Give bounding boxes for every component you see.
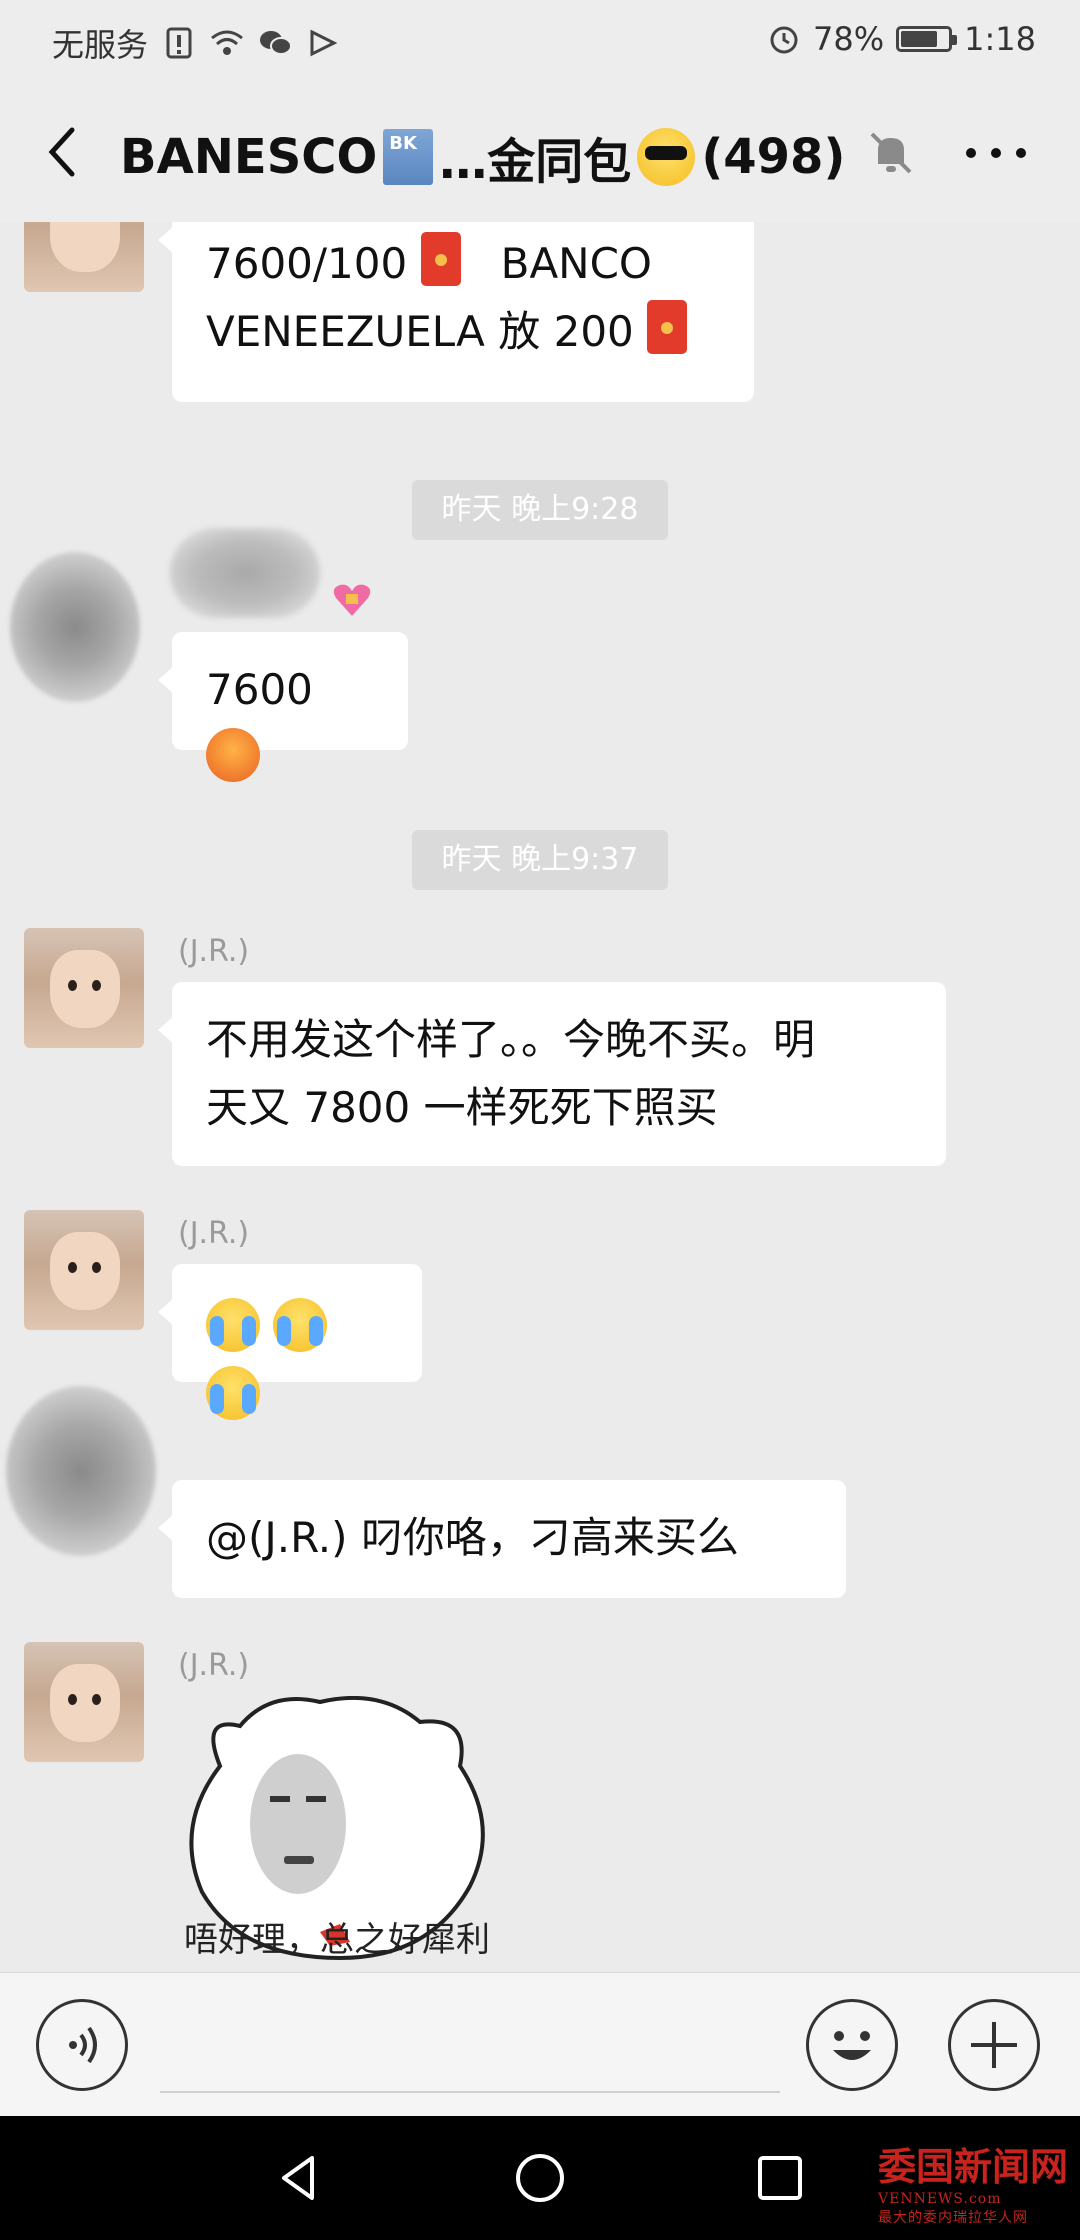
crying-face-emoji-icon bbox=[206, 1366, 260, 1420]
sticker-mouth-icon bbox=[284, 1856, 314, 1864]
sender-avatar[interactable] bbox=[24, 1642, 144, 1762]
red-packet-icon bbox=[420, 232, 461, 286]
message-bubble[interactable]: 不用发这个样了。。今晚不买。明 天又 7800 一样死死下照买 bbox=[158, 982, 946, 1166]
title-prefix: BANESCO bbox=[120, 129, 378, 185]
message-bubble[interactable]: @(J.R.) 叼你咯，刁高来买么 bbox=[158, 1480, 846, 1598]
message-input-field[interactable] bbox=[160, 2091, 780, 2093]
avatar-eye bbox=[92, 1694, 101, 1705]
member-count: (498) bbox=[701, 129, 846, 185]
sim-alert-icon bbox=[162, 26, 196, 60]
message-input-bar bbox=[0, 1972, 1080, 2117]
nav-back-button[interactable] bbox=[270, 2148, 330, 2208]
message-line: 天又 7800 一样死死下照买 bbox=[206, 1083, 718, 1132]
sender-name: (J.R.) bbox=[178, 1216, 250, 1251]
chat-title[interactable]: BANESCO …金同包 (498) bbox=[120, 122, 845, 192]
chat-message-list[interactable]: 7600/100 BANCO VENEEZUELA 放 200 昨天 晚上9:2… bbox=[0, 222, 1080, 1972]
sticker-brow-icon bbox=[270, 1796, 290, 1802]
red-packet-icon bbox=[647, 300, 688, 354]
more-options-button[interactable] bbox=[966, 126, 1026, 180]
message-text: 7600 bbox=[206, 665, 313, 714]
smiley-icon bbox=[833, 2031, 871, 2060]
status-bar: 无服务 78% 1:18 bbox=[0, 0, 1080, 82]
nav-recents-button[interactable] bbox=[750, 2148, 810, 2208]
sender-avatar[interactable] bbox=[24, 928, 144, 1048]
avatar-eye bbox=[68, 980, 77, 991]
more-functions-button[interactable] bbox=[948, 1999, 1040, 2091]
emoji-button[interactable] bbox=[806, 1999, 898, 2091]
sender-avatar[interactable] bbox=[6, 1386, 156, 1556]
crying-face-emoji-icon bbox=[206, 1298, 260, 1352]
back-button[interactable] bbox=[36, 120, 96, 184]
crying-face-emoji-icon bbox=[273, 1298, 328, 1352]
title-middle: …金同包 bbox=[439, 134, 632, 190]
dot-icon bbox=[1016, 148, 1026, 158]
office-building-icon bbox=[383, 129, 434, 185]
avatar-face bbox=[50, 1664, 120, 1742]
wechat-icon bbox=[258, 26, 293, 60]
avatar-face bbox=[50, 950, 120, 1028]
heart-icon bbox=[333, 584, 371, 616]
message-line: VENEEZUELA 放 200 bbox=[206, 298, 720, 366]
carrier-label: 无服务 bbox=[52, 26, 149, 64]
battery-fill bbox=[901, 31, 938, 47]
avatar-eye bbox=[92, 980, 101, 991]
angry-face-emoji-icon bbox=[206, 728, 260, 782]
avatar-eye bbox=[92, 1262, 101, 1273]
sticker-face-icon bbox=[250, 1754, 346, 1894]
watermark-brand: 委国新闻网 bbox=[877, 2144, 1068, 2189]
watermark-url: VENNEWS.com bbox=[877, 2191, 1002, 2207]
sunglasses-emoji-icon bbox=[637, 128, 696, 186]
avatar-face bbox=[50, 1232, 120, 1310]
watermark-tagline: 最大的委内瑞拉华人网 bbox=[877, 2210, 1028, 2226]
plus-icon bbox=[971, 2022, 1017, 2068]
avatar-eye bbox=[68, 1262, 77, 1273]
message-bubble[interactable] bbox=[158, 1264, 422, 1420]
message-bubble[interactable]: 7600/100 BANCO VENEEZUELA 放 200 bbox=[158, 222, 754, 402]
sender-avatar[interactable] bbox=[10, 552, 140, 702]
voice-input-button[interactable] bbox=[36, 1999, 128, 2091]
chevron-left-icon bbox=[48, 127, 75, 177]
wifi-icon bbox=[210, 26, 244, 60]
avatar-face bbox=[50, 222, 120, 272]
battery-percent: 78% bbox=[813, 20, 885, 58]
battery-icon bbox=[896, 26, 958, 52]
message-line: 不用发这个样了。。今晚不买。明 bbox=[206, 1015, 816, 1064]
dot-icon bbox=[991, 148, 1001, 158]
message-text: 7600/100 bbox=[206, 239, 408, 288]
nav-home-button[interactable] bbox=[510, 2148, 570, 2208]
clock: 1:18 bbox=[964, 20, 1036, 58]
message-line: 7600/100 BANCO bbox=[206, 230, 720, 298]
sender-name: (J.R.) bbox=[178, 934, 250, 969]
sticker-caption: 唔好理，总之好犀利 bbox=[184, 1920, 490, 1960]
dot-icon bbox=[966, 148, 976, 158]
message-text: VENEEZUELA 放 200 bbox=[206, 307, 634, 356]
mute-icon bbox=[864, 126, 918, 180]
avatar-eye bbox=[68, 1694, 77, 1705]
message-text: BANCO bbox=[500, 239, 652, 288]
message-bubble[interactable]: 7600 bbox=[158, 632, 408, 782]
sender-name-redacted bbox=[170, 528, 320, 618]
notification-icon bbox=[306, 26, 340, 60]
alarm-icon bbox=[767, 22, 801, 56]
chat-header: BANESCO …金同包 (498) bbox=[0, 82, 1080, 222]
timestamp-divider: 昨天 晚上9:37 bbox=[412, 830, 668, 890]
site-watermark: 委国新闻网 VENNEWS.com 最大的委内瑞拉华人网 bbox=[878, 2136, 1068, 2227]
voice-wave-icon bbox=[69, 2026, 97, 2064]
timestamp-divider: 昨天 晚上9:28 bbox=[412, 480, 668, 540]
message-text: @(J.R.) 叼你咯，刁高来买么 bbox=[206, 1513, 739, 1562]
sticker-brow-icon bbox=[306, 1796, 326, 1802]
sender-avatar[interactable] bbox=[24, 1210, 144, 1330]
sender-name: (J.R.) bbox=[178, 1648, 250, 1683]
sender-avatar[interactable] bbox=[24, 222, 144, 292]
